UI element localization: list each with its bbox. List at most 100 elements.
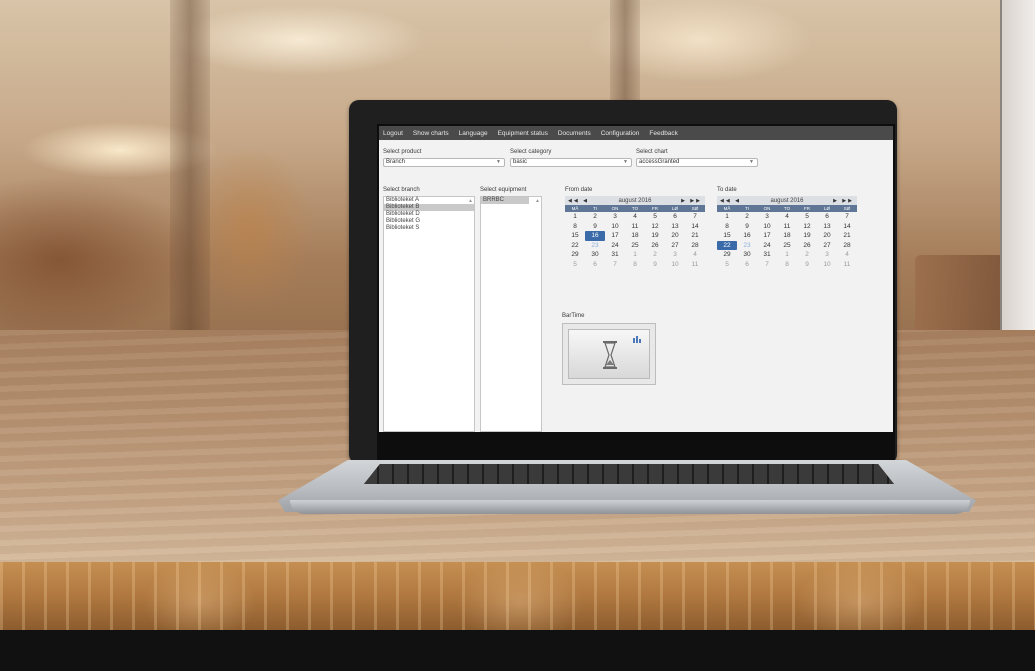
calendar-day[interactable]: 31 — [757, 250, 777, 260]
calendar-day[interactable]: 27 — [817, 241, 837, 251]
calendar-day[interactable]: 7 — [605, 260, 625, 270]
list-item[interactable]: Biblioteket G — [384, 218, 474, 225]
calendar-day[interactable]: 1 — [777, 250, 797, 260]
calendar-day[interactable]: 1 — [717, 212, 737, 222]
menu-configuration[interactable]: Configuration — [601, 130, 640, 137]
prev-month-button[interactable]: ◀◀ ◀ — [720, 198, 741, 204]
calendar-day[interactable]: 8 — [565, 222, 585, 232]
bartime-button[interactable] — [568, 329, 650, 379]
menu-show-charts[interactable]: Show charts — [413, 130, 449, 137]
menu-feedback[interactable]: Feedback — [649, 130, 678, 137]
calendar-day[interactable]: 4 — [625, 212, 645, 222]
calendar-day[interactable]: 25 — [777, 241, 797, 251]
calendar-day[interactable]: 14 — [837, 222, 857, 232]
calendar-day[interactable]: 1 — [565, 212, 585, 222]
calendar-day[interactable]: 14 — [685, 222, 705, 232]
calendar-day[interactable]: 28 — [685, 241, 705, 251]
calendar-day[interactable]: 24 — [757, 241, 777, 251]
next-month-button[interactable]: ▶ ▶▶ — [681, 198, 702, 204]
calendar-day[interactable]: 15 — [565, 231, 585, 241]
calendar-day[interactable]: 10 — [757, 222, 777, 232]
calendar-day[interactable]: 2 — [797, 250, 817, 260]
select-category-dropdown[interactable]: basic ▼ — [510, 158, 632, 167]
equipment-listbox[interactable]: BRRBC ▲ — [480, 196, 542, 432]
menu-documents[interactable]: Documents — [558, 130, 591, 137]
calendar-day[interactable]: 5 — [797, 212, 817, 222]
calendar-day[interactable]: 22 — [565, 241, 585, 251]
calendar-day[interactable]: 31 — [605, 250, 625, 260]
calendar-day[interactable]: 16 — [737, 231, 757, 241]
calendar-day[interactable]: 16 — [585, 231, 605, 241]
menu-logout[interactable]: Logout — [383, 130, 403, 137]
calendar-day[interactable]: 12 — [797, 222, 817, 232]
calendar-day[interactable]: 2 — [585, 212, 605, 222]
calendar-day[interactable]: 6 — [817, 212, 837, 222]
calendar-day[interactable]: 10 — [817, 260, 837, 270]
calendar-day[interactable]: 2 — [645, 250, 665, 260]
calendar-day[interactable]: 21 — [685, 231, 705, 241]
calendar-day[interactable]: 1 — [625, 250, 645, 260]
list-item[interactable]: Biblioteket A — [384, 197, 474, 204]
calendar-day[interactable]: 4 — [777, 212, 797, 222]
list-item[interactable]: Biblioteket S — [384, 225, 474, 232]
calendar-day[interactable]: 28 — [837, 241, 857, 251]
calendar-day[interactable]: 23 — [585, 241, 605, 251]
calendar-day[interactable]: 8 — [777, 260, 797, 270]
calendar-day[interactable]: 9 — [737, 222, 757, 232]
list-item[interactable]: Biblioteket D — [384, 211, 474, 218]
calendar-day[interactable]: 5 — [565, 260, 585, 270]
calendar-day[interactable]: 7 — [685, 212, 705, 222]
calendar-day[interactable]: 7 — [757, 260, 777, 270]
calendar-day[interactable]: 26 — [645, 241, 665, 251]
select-chart-dropdown[interactable]: accessGranted ▼ — [636, 158, 758, 167]
calendar-day[interactable]: 7 — [837, 212, 857, 222]
calendar-day[interactable]: 11 — [777, 222, 797, 232]
calendar-day[interactable]: 4 — [685, 250, 705, 260]
calendar-day[interactable]: 6 — [737, 260, 757, 270]
calendar-day[interactable]: 22 — [717, 240, 737, 250]
bartime-tile[interactable] — [562, 323, 656, 385]
menu-language[interactable]: Language — [459, 130, 488, 137]
calendar-day[interactable]: 26 — [797, 241, 817, 251]
calendar-day[interactable]: 21 — [837, 231, 857, 241]
calendar-day[interactable]: 8 — [717, 222, 737, 232]
next-month-button[interactable]: ▶ ▶▶ — [833, 198, 854, 204]
branch-listbox[interactable]: Biblioteket A Biblioteket B Biblioteket … — [383, 196, 475, 432]
calendar-day[interactable]: 11 — [685, 260, 705, 270]
calendar-day[interactable]: 3 — [665, 250, 685, 260]
calendar-day[interactable]: 13 — [817, 222, 837, 232]
calendar-day[interactable]: 23 — [737, 241, 757, 251]
calendar-day[interactable]: 18 — [777, 231, 797, 241]
calendar-day[interactable]: 9 — [797, 260, 817, 270]
scroll-up-icon[interactable]: ▲ — [468, 198, 473, 204]
calendar-day[interactable]: 2 — [737, 212, 757, 222]
calendar-day[interactable]: 3 — [605, 212, 625, 222]
calendar-day[interactable]: 6 — [585, 260, 605, 270]
calendar-day[interactable]: 9 — [585, 222, 605, 232]
select-product-dropdown[interactable]: Branch ▼ — [383, 158, 505, 167]
calendar-day[interactable]: 13 — [665, 222, 685, 232]
calendar-day[interactable]: 10 — [665, 260, 685, 270]
calendar-day[interactable]: 12 — [645, 222, 665, 232]
calendar-day[interactable]: 5 — [717, 260, 737, 270]
list-item-selected[interactable]: BRRBC — [481, 197, 529, 204]
calendar-day[interactable]: 3 — [817, 250, 837, 260]
prev-month-button[interactable]: ◀◀ ◀ — [568, 198, 589, 204]
calendar-day[interactable]: 11 — [837, 260, 857, 270]
calendar-day[interactable]: 24 — [605, 241, 625, 251]
calendar-day[interactable]: 29 — [717, 250, 737, 260]
calendar-day[interactable]: 17 — [757, 231, 777, 241]
calendar-day[interactable]: 9 — [645, 260, 665, 270]
calendar-day[interactable]: 15 — [717, 231, 737, 241]
calendar-day[interactable]: 27 — [665, 241, 685, 251]
calendar-day[interactable]: 3 — [757, 212, 777, 222]
calendar-day[interactable]: 10 — [605, 222, 625, 232]
scroll-up-icon[interactable]: ▲ — [535, 198, 540, 204]
calendar-day[interactable]: 19 — [797, 231, 817, 241]
calendar-day[interactable]: 29 — [565, 250, 585, 260]
calendar-day[interactable]: 8 — [625, 260, 645, 270]
calendar-day[interactable]: 30 — [737, 250, 757, 260]
menu-equipment-status[interactable]: Equipment status — [498, 130, 548, 137]
calendar-day[interactable]: 11 — [625, 222, 645, 232]
calendar-day[interactable]: 20 — [817, 231, 837, 241]
